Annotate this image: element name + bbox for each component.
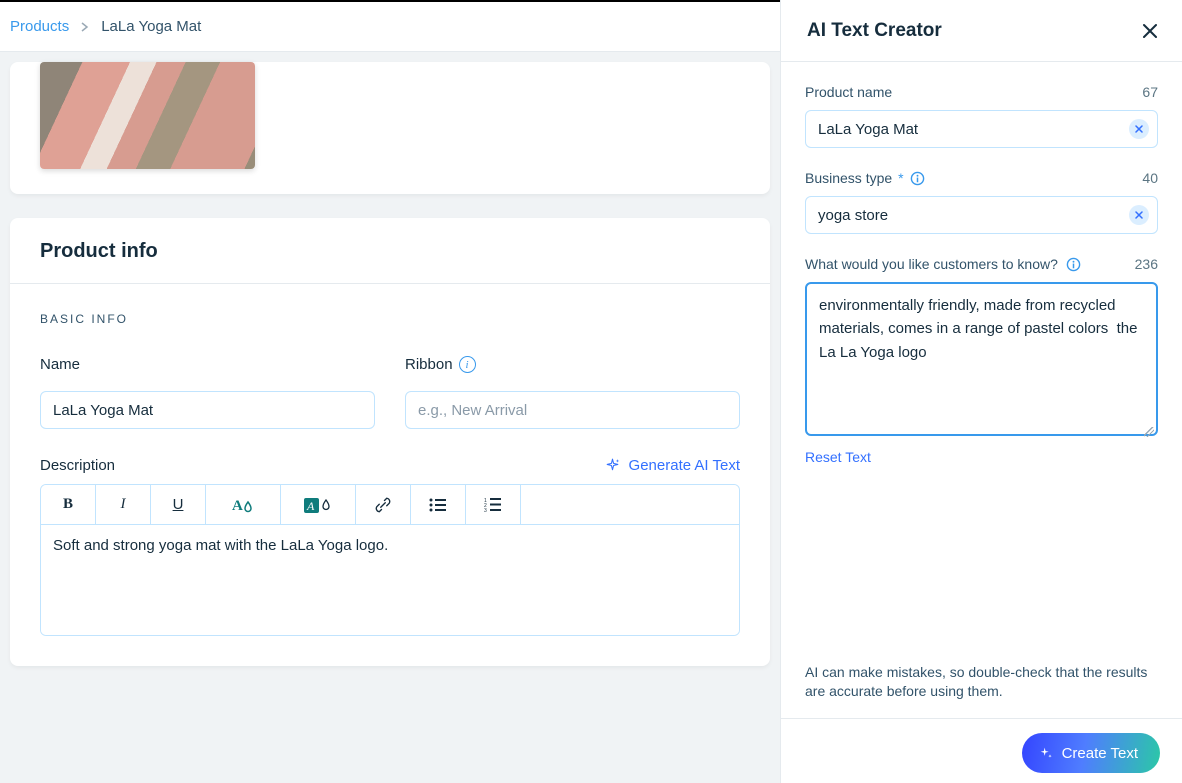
product-image[interactable]	[40, 62, 255, 169]
card-title: Product info	[10, 218, 770, 284]
ai-disclaimer: AI can make mistakes, so double-check th…	[781, 663, 1182, 719]
toolbar-spacer	[521, 485, 739, 524]
main-column: Products LaLa Yoga Mat Product info BASI…	[0, 0, 780, 783]
business-type-label: Business type *	[805, 170, 925, 186]
create-text-button[interactable]: Create Text	[1022, 733, 1160, 773]
highlight-icon: A	[303, 496, 333, 514]
editor-toolbar: B I U A	[41, 485, 739, 525]
top-bar: Products LaLa Yoga Mat	[0, 0, 780, 52]
info-icon[interactable]	[910, 171, 925, 186]
product-name-label: Product name	[805, 84, 892, 100]
required-asterisk: *	[898, 170, 903, 186]
bullet-list-icon	[429, 497, 447, 513]
italic-button[interactable]: I	[96, 485, 151, 524]
ribbon-label: Ribbon i	[405, 356, 740, 373]
generate-ai-text-button[interactable]: Generate AI Text	[604, 457, 740, 474]
section-label-basic-info: BASIC INFO	[40, 312, 740, 326]
sparkle-icon	[1038, 745, 1054, 761]
know-counter: 236	[1135, 256, 1158, 272]
bold-button[interactable]: B	[41, 485, 96, 524]
name-label: Name	[40, 356, 375, 373]
numbered-list-icon: 1 2 3	[484, 497, 502, 513]
clear-business-type-button[interactable]	[1129, 205, 1149, 225]
description-editor: B I U A	[40, 484, 740, 636]
close-icon	[1142, 23, 1158, 39]
underline-button[interactable]: U	[151, 485, 206, 524]
reset-text-link[interactable]: Reset Text	[805, 449, 1158, 465]
business-type-counter: 40	[1142, 170, 1158, 186]
svg-text:3: 3	[484, 508, 487, 513]
product-name-counter: 67	[1142, 84, 1158, 100]
business-type-input[interactable]	[806, 197, 1157, 233]
text-color-button[interactable]: A	[206, 485, 281, 524]
description-textarea[interactable]: Soft and strong yoga mat with the LaLa Y…	[41, 525, 739, 635]
clear-icon	[1135, 125, 1143, 133]
description-label: Description	[40, 457, 115, 474]
know-textarea[interactable]	[805, 282, 1158, 436]
name-input[interactable]	[40, 391, 375, 429]
product-info-card: Product info BASIC INFO Name Ribbon i	[10, 218, 770, 666]
clear-product-name-button[interactable]	[1129, 119, 1149, 139]
info-icon[interactable]	[1066, 257, 1081, 272]
ai-text-creator-panel: AI Text Creator Product name 67	[780, 0, 1182, 783]
clear-icon	[1135, 211, 1143, 219]
close-button[interactable]	[1138, 19, 1162, 43]
link-icon	[374, 496, 392, 514]
bullet-list-button[interactable]	[411, 485, 466, 524]
know-label: What would you like customers to know?	[805, 256, 1081, 272]
chevron-right-icon	[81, 22, 89, 32]
breadcrumb-current: LaLa Yoga Mat	[101, 18, 201, 35]
svg-text:A: A	[232, 498, 243, 514]
svg-text:A: A	[306, 499, 315, 513]
product-image-card	[10, 62, 770, 194]
text-color-icon: A	[230, 496, 256, 514]
product-name-input[interactable]	[806, 111, 1157, 147]
link-button[interactable]	[356, 485, 411, 524]
highlight-button[interactable]: A	[281, 485, 356, 524]
info-icon[interactable]: i	[459, 356, 476, 373]
panel-title: AI Text Creator	[807, 20, 942, 42]
sparkle-icon	[604, 457, 621, 474]
ribbon-input[interactable]	[405, 391, 740, 429]
breadcrumb: Products LaLa Yoga Mat	[10, 18, 201, 35]
breadcrumb-root-link[interactable]: Products	[10, 18, 69, 35]
numbered-list-button[interactable]: 1 2 3	[466, 485, 521, 524]
